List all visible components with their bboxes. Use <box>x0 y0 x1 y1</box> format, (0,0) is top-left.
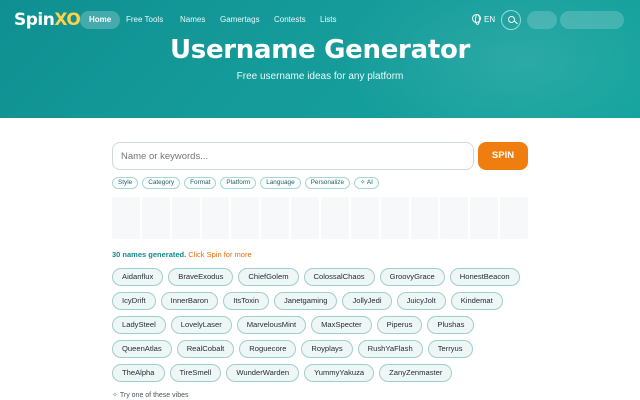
name-chip[interactable]: Kindemat <box>450 292 503 310</box>
name-chip[interactable]: Plushas <box>427 316 475 334</box>
name-chip[interactable]: Terryus <box>427 340 473 358</box>
name-chip[interactable]: ChiefGolem <box>238 268 299 286</box>
name-chip[interactable]: ItsToxin <box>223 292 269 310</box>
globe-icon <box>472 14 481 25</box>
name-chip[interactable]: LadySteel <box>112 316 166 334</box>
filter-category[interactable]: Category <box>142 177 181 189</box>
results-status: 30 names generated. Click Spin for more <box>112 250 252 259</box>
header-search-button[interactable] <box>501 10 521 30</box>
top-nav: SpinXO Home Free Tools Names Gamertags C… <box>0 9 640 31</box>
filter-format[interactable]: Format <box>184 177 217 189</box>
results-count: 30 names generated. <box>112 250 187 259</box>
filter-ai-label: AI <box>366 179 373 186</box>
vibes-prompt: ✧ Try one of these vibes <box>112 391 188 399</box>
name-chip[interactable]: Royplays <box>301 340 353 358</box>
page-subtitle: Free username ideas for any platform <box>236 71 404 82</box>
nav-free-tools[interactable]: Free Tools <box>117 11 172 29</box>
name-chip[interactable]: InnerBaron <box>160 292 219 310</box>
name-chip[interactable]: JuicyJolt <box>396 292 446 310</box>
name-chip[interactable]: QueenAtlas <box>112 340 172 358</box>
sparkle-icon: ✧ <box>112 392 118 399</box>
filter-language[interactable]: Language <box>260 177 301 189</box>
language-label: EN <box>484 15 496 24</box>
logo[interactable]: SpinXO <box>14 9 81 31</box>
name-chip[interactable]: Roguecore <box>239 340 297 358</box>
name-chip[interactable]: JollyJedi <box>342 292 392 310</box>
name-chip[interactable]: Aidanflux <box>112 268 164 286</box>
logo-accent: XO <box>54 10 81 30</box>
name-chip[interactable]: TheAlpha <box>112 364 165 382</box>
results-hint[interactable]: Click Spin for more <box>188 250 251 259</box>
name-chip[interactable]: YummyYakuza <box>304 364 375 382</box>
filter-style[interactable]: Style <box>112 177 139 189</box>
name-chip[interactable]: RealCobalt <box>176 340 235 358</box>
nav-home[interactable]: Home <box>80 11 121 29</box>
name-chip-list: Aidanflux BraveExodus ChiefGolem ColossalCh… <box>112 268 530 382</box>
spin-button[interactable]: SPIN <box>478 142 528 170</box>
name-chip[interactable]: ZanyZenmaster <box>379 364 453 382</box>
filter-ai[interactable]: ✧ AI <box>354 177 379 189</box>
name-chip[interactable]: TireSmell <box>169 364 222 382</box>
nav-lists[interactable]: Lists <box>311 11 345 29</box>
name-chip[interactable]: Piperus <box>376 316 423 334</box>
nav-contests[interactable]: Contests <box>265 11 315 29</box>
name-chip[interactable]: Janetgaming <box>273 292 338 310</box>
name-chip[interactable]: MaxSpecter <box>311 316 372 334</box>
hero-banner: SpinXO Home Free Tools Names Gamertags C… <box>0 0 640 118</box>
search-icon-handle <box>514 20 518 25</box>
name-chip[interactable]: WunderWarden <box>226 364 300 382</box>
name-chip[interactable]: GroovyGrace <box>379 268 445 286</box>
vibes-label: Try one of these vibes <box>119 392 189 399</box>
name-chip[interactable]: HonestBeacon <box>449 268 520 286</box>
nav-gamertags[interactable]: Gamertags <box>211 11 269 29</box>
name-chip[interactable]: LovelyLaser <box>170 316 232 334</box>
nav-names[interactable]: Names <box>171 11 214 29</box>
page-title: Username Generator <box>169 35 471 65</box>
signup-button[interactable] <box>560 11 624 29</box>
login-button[interactable] <box>527 11 557 29</box>
name-chip[interactable]: BraveExodus <box>168 268 234 286</box>
logo-main: Spin <box>14 10 55 30</box>
keyword-input[interactable] <box>112 142 474 170</box>
name-chip[interactable]: ColossalChaos <box>303 268 375 286</box>
name-chip[interactable]: IcyDrift <box>112 292 156 310</box>
filter-bar: Style Category Format Platform Language … <box>112 177 379 189</box>
language-selector[interactable]: EN <box>472 11 495 29</box>
ad-placeholder <box>112 197 529 239</box>
filter-platform[interactable]: Platform <box>220 177 257 189</box>
sparkle-icon: ✧ <box>360 179 367 186</box>
name-chip[interactable]: RushYaFlash <box>357 340 423 358</box>
filter-personalize[interactable]: Personalize <box>304 177 351 189</box>
name-chip[interactable]: MarvelousMint <box>236 316 307 334</box>
